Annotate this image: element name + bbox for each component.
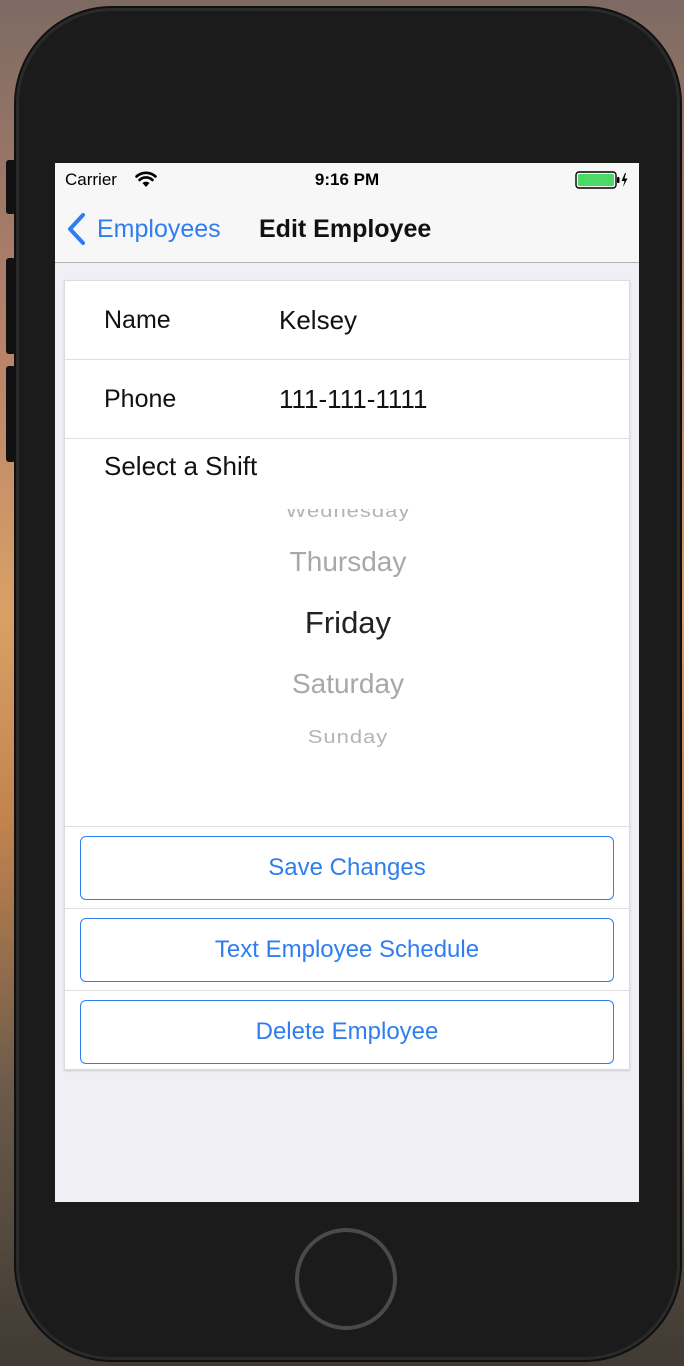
edit-employee-card: Name Phone Select a Shift TuesdayWednesd… <box>64 280 630 1070</box>
text-schedule-button-row: Text Employee Schedule <box>65 909 629 991</box>
picker-item-friday[interactable]: Friday <box>65 605 631 641</box>
save-changes-button[interactable]: Save Changes <box>80 835 614 900</box>
back-button[interactable]: Employees <box>65 209 221 249</box>
page-title: Edit Employee <box>259 215 432 243</box>
status-bar: Carrier 9:16 PM <box>55 163 639 197</box>
back-button-label: Employees <box>97 214 221 243</box>
app-screen: Carrier 9:16 PM Employees Edit Employee … <box>55 163 639 1202</box>
name-input[interactable] <box>279 304 609 336</box>
chevron-left-icon <box>68 213 85 245</box>
text-schedule-button[interactable]: Text Employee Schedule <box>80 917 614 982</box>
shift-picker[interactable]: TuesdayWednesdayThursdayFridaySaturdaySu… <box>65 509 631 779</box>
phone-label: Phone <box>104 384 177 413</box>
phone-row: Phone <box>65 360 629 439</box>
volume-down-button <box>6 366 16 462</box>
picker-item-wednesday[interactable]: Wednesday <box>65 509 631 522</box>
delete-employee-button[interactable]: Delete Employee <box>80 1000 614 1064</box>
shift-label: Select a Shift <box>104 451 258 481</box>
phone-input[interactable] <box>279 383 609 415</box>
shift-section: Select a Shift TuesdayWednesdayThursdayF… <box>65 439 629 827</box>
save-button-row: Save Changes <box>65 827 629 909</box>
status-time: 9:16 PM <box>314 170 380 189</box>
name-row: Name <box>65 281 629 360</box>
picker-item-thursday[interactable]: Thursday <box>65 546 631 578</box>
volume-up-button <box>6 258 16 354</box>
delete-button-row: Delete Employee <box>65 991 629 1073</box>
mute-switch <box>6 160 16 214</box>
home-button[interactable] <box>295 1228 397 1330</box>
picker-item-saturday[interactable]: Saturday <box>65 668 631 700</box>
picker-item-sunday[interactable]: Sunday <box>65 726 631 748</box>
navigation-bar: Employees Edit Employee <box>55 197 639 263</box>
name-label: Name <box>104 305 171 334</box>
battery-icon <box>575 171 628 189</box>
